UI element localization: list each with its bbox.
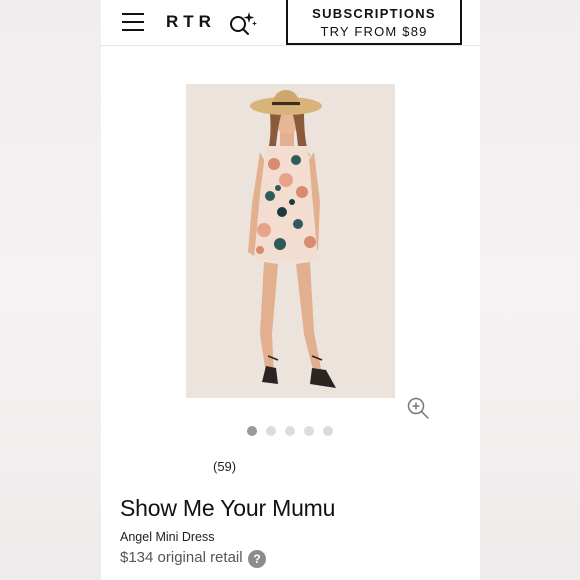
subscriptions-label: SUBSCRIPTIONS <box>312 6 436 21</box>
left-background <box>0 0 101 580</box>
zoom-in-icon[interactable] <box>406 396 430 420</box>
carousel-dot-1[interactable] <box>247 426 257 436</box>
designer-name[interactable]: Show Me Your Mumu <box>120 495 335 522</box>
carousel-dot-4[interactable] <box>304 426 314 436</box>
site-header: RTR SUBSCRIPTIONS TRY FROM $89 <box>101 0 480 46</box>
help-icon[interactable]: ? <box>248 550 266 568</box>
image-carousel-dots <box>247 426 333 436</box>
product-name: Angel Mini Dress <box>120 530 215 544</box>
sparkle-search-icon[interactable] <box>228 10 258 36</box>
carousel-dot-2[interactable] <box>266 426 276 436</box>
hamburger-menu-icon[interactable] <box>122 13 144 31</box>
right-background <box>480 0 580 580</box>
logo[interactable]: RTR <box>166 12 216 32</box>
reviews-count[interactable]: (59) <box>213 459 236 474</box>
carousel-dot-5[interactable] <box>323 426 333 436</box>
subscriptions-button[interactable]: SUBSCRIPTIONS TRY FROM $89 <box>286 0 462 45</box>
subscriptions-price: TRY FROM $89 <box>320 24 428 39</box>
product-image[interactable] <box>186 84 395 398</box>
carousel-dot-3[interactable] <box>285 426 295 436</box>
mobile-page: RTR SUBSCRIPTIONS TRY FROM $89 (59) Show… <box>101 0 480 580</box>
retail-price: $134 original retail <box>120 549 243 566</box>
